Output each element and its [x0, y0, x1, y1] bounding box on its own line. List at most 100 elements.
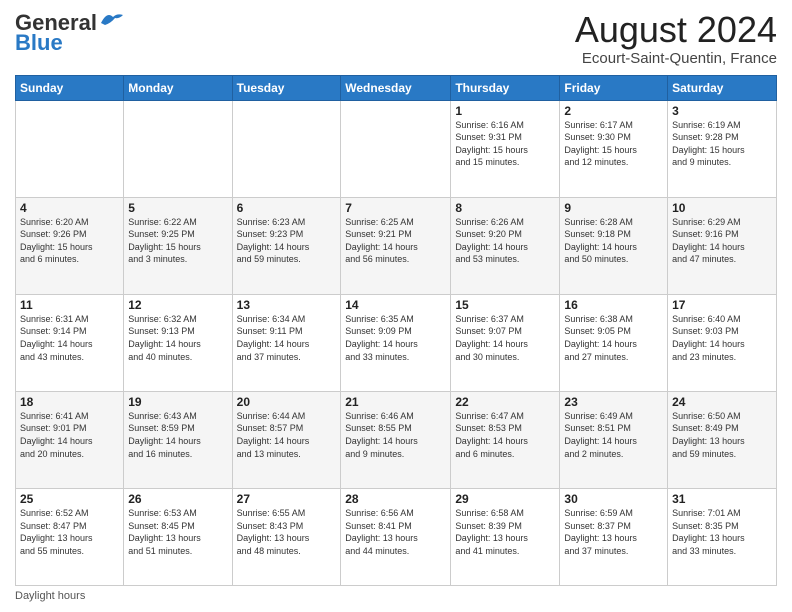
day-info: Sunrise: 6:52 AM Sunset: 8:47 PM Dayligh… — [20, 507, 119, 557]
day-cell: 27Sunrise: 6:55 AM Sunset: 8:43 PM Dayli… — [232, 488, 341, 585]
day-cell: 10Sunrise: 6:29 AM Sunset: 9:16 PM Dayli… — [668, 197, 777, 294]
day-info: Sunrise: 6:28 AM Sunset: 9:18 PM Dayligh… — [564, 216, 663, 266]
day-info: Sunrise: 6:58 AM Sunset: 8:39 PM Dayligh… — [455, 507, 555, 557]
day-cell: 23Sunrise: 6:49 AM Sunset: 8:51 PM Dayli… — [560, 391, 668, 488]
day-number: 25 — [20, 492, 119, 506]
day-info: Sunrise: 6:17 AM Sunset: 9:30 PM Dayligh… — [564, 119, 663, 169]
week-row-1: 1Sunrise: 6:16 AM Sunset: 9:31 PM Daylig… — [16, 100, 777, 197]
col-header-friday: Friday — [560, 75, 668, 100]
day-info: Sunrise: 6:22 AM Sunset: 9:25 PM Dayligh… — [128, 216, 227, 266]
day-info: Sunrise: 6:29 AM Sunset: 9:16 PM Dayligh… — [672, 216, 772, 266]
day-info: Sunrise: 6:35 AM Sunset: 9:09 PM Dayligh… — [345, 313, 446, 363]
day-number: 30 — [564, 492, 663, 506]
day-info: Sunrise: 6:56 AM Sunset: 8:41 PM Dayligh… — [345, 507, 446, 557]
day-number: 15 — [455, 298, 555, 312]
day-number: 17 — [672, 298, 772, 312]
day-number: 5 — [128, 201, 227, 215]
title-block: August 2024 Ecourt-Saint-Quentin, France — [575, 10, 777, 67]
day-number: 31 — [672, 492, 772, 506]
day-number: 18 — [20, 395, 119, 409]
col-header-monday: Monday — [124, 75, 232, 100]
day-info: Sunrise: 6:47 AM Sunset: 8:53 PM Dayligh… — [455, 410, 555, 460]
day-cell: 12Sunrise: 6:32 AM Sunset: 9:13 PM Dayli… — [124, 294, 232, 391]
day-number: 12 — [128, 298, 227, 312]
day-number: 20 — [237, 395, 337, 409]
day-cell: 16Sunrise: 6:38 AM Sunset: 9:05 PM Dayli… — [560, 294, 668, 391]
day-number: 8 — [455, 201, 555, 215]
day-cell: 4Sunrise: 6:20 AM Sunset: 9:26 PM Daylig… — [16, 197, 124, 294]
day-info: Sunrise: 6:20 AM Sunset: 9:26 PM Dayligh… — [20, 216, 119, 266]
day-info: Sunrise: 6:25 AM Sunset: 9:21 PM Dayligh… — [345, 216, 446, 266]
day-number: 29 — [455, 492, 555, 506]
day-info: Sunrise: 6:55 AM Sunset: 8:43 PM Dayligh… — [237, 507, 337, 557]
day-info: Sunrise: 6:26 AM Sunset: 9:20 PM Dayligh… — [455, 216, 555, 266]
day-number: 22 — [455, 395, 555, 409]
day-cell: 13Sunrise: 6:34 AM Sunset: 9:11 PM Dayli… — [232, 294, 341, 391]
day-cell: 22Sunrise: 6:47 AM Sunset: 8:53 PM Dayli… — [451, 391, 560, 488]
day-number: 3 — [672, 104, 772, 118]
location: Ecourt-Saint-Quentin, France — [575, 50, 777, 67]
day-info: Sunrise: 6:49 AM Sunset: 8:51 PM Dayligh… — [564, 410, 663, 460]
day-number: 21 — [345, 395, 446, 409]
day-cell: 5Sunrise: 6:22 AM Sunset: 9:25 PM Daylig… — [124, 197, 232, 294]
day-number: 6 — [237, 201, 337, 215]
day-cell — [16, 100, 124, 197]
day-cell: 28Sunrise: 6:56 AM Sunset: 8:41 PM Dayli… — [341, 488, 451, 585]
day-number: 13 — [237, 298, 337, 312]
col-header-wednesday: Wednesday — [341, 75, 451, 100]
day-info: Sunrise: 6:37 AM Sunset: 9:07 PM Dayligh… — [455, 313, 555, 363]
week-row-2: 4Sunrise: 6:20 AM Sunset: 9:26 PM Daylig… — [16, 197, 777, 294]
day-cell: 8Sunrise: 6:26 AM Sunset: 9:20 PM Daylig… — [451, 197, 560, 294]
day-info: Sunrise: 6:16 AM Sunset: 9:31 PM Dayligh… — [455, 119, 555, 169]
day-number: 23 — [564, 395, 663, 409]
footer-note: Daylight hours — [15, 590, 777, 602]
col-header-tuesday: Tuesday — [232, 75, 341, 100]
day-number: 24 — [672, 395, 772, 409]
day-number: 11 — [20, 298, 119, 312]
calendar-table: SundayMondayTuesdayWednesdayThursdayFrid… — [15, 75, 777, 586]
day-info: Sunrise: 6:31 AM Sunset: 9:14 PM Dayligh… — [20, 313, 119, 363]
day-info: Sunrise: 6:44 AM Sunset: 8:57 PM Dayligh… — [237, 410, 337, 460]
day-number: 4 — [20, 201, 119, 215]
day-cell: 24Sunrise: 6:50 AM Sunset: 8:49 PM Dayli… — [668, 391, 777, 488]
day-cell: 3Sunrise: 6:19 AM Sunset: 9:28 PM Daylig… — [668, 100, 777, 197]
day-info: Sunrise: 6:38 AM Sunset: 9:05 PM Dayligh… — [564, 313, 663, 363]
day-cell: 9Sunrise: 6:28 AM Sunset: 9:18 PM Daylig… — [560, 197, 668, 294]
day-number: 1 — [455, 104, 555, 118]
week-row-4: 18Sunrise: 6:41 AM Sunset: 9:01 PM Dayli… — [16, 391, 777, 488]
logo: General Blue — [15, 10, 125, 56]
day-cell: 7Sunrise: 6:25 AM Sunset: 9:21 PM Daylig… — [341, 197, 451, 294]
day-number: 26 — [128, 492, 227, 506]
daylight-label: Daylight hours — [15, 590, 85, 602]
header: General Blue August 2024 Ecourt-Saint-Qu… — [15, 10, 777, 67]
day-cell: 11Sunrise: 6:31 AM Sunset: 9:14 PM Dayli… — [16, 294, 124, 391]
day-cell: 19Sunrise: 6:43 AM Sunset: 8:59 PM Dayli… — [124, 391, 232, 488]
day-cell: 6Sunrise: 6:23 AM Sunset: 9:23 PM Daylig… — [232, 197, 341, 294]
logo-blue: Blue — [15, 30, 63, 56]
day-info: Sunrise: 6:46 AM Sunset: 8:55 PM Dayligh… — [345, 410, 446, 460]
day-cell: 26Sunrise: 6:53 AM Sunset: 8:45 PM Dayli… — [124, 488, 232, 585]
day-cell: 25Sunrise: 6:52 AM Sunset: 8:47 PM Dayli… — [16, 488, 124, 585]
day-info: Sunrise: 7:01 AM Sunset: 8:35 PM Dayligh… — [672, 507, 772, 557]
page: General Blue August 2024 Ecourt-Saint-Qu… — [0, 0, 792, 612]
day-number: 2 — [564, 104, 663, 118]
day-cell: 18Sunrise: 6:41 AM Sunset: 9:01 PM Dayli… — [16, 391, 124, 488]
calendar-header-row: SundayMondayTuesdayWednesdayThursdayFrid… — [16, 75, 777, 100]
day-cell: 31Sunrise: 7:01 AM Sunset: 8:35 PM Dayli… — [668, 488, 777, 585]
day-info: Sunrise: 6:40 AM Sunset: 9:03 PM Dayligh… — [672, 313, 772, 363]
day-number: 7 — [345, 201, 446, 215]
day-cell: 30Sunrise: 6:59 AM Sunset: 8:37 PM Dayli… — [560, 488, 668, 585]
day-number: 27 — [237, 492, 337, 506]
month-title: August 2024 — [575, 10, 777, 50]
day-cell: 21Sunrise: 6:46 AM Sunset: 8:55 PM Dayli… — [341, 391, 451, 488]
day-info: Sunrise: 6:43 AM Sunset: 8:59 PM Dayligh… — [128, 410, 227, 460]
col-header-saturday: Saturday — [668, 75, 777, 100]
day-cell: 14Sunrise: 6:35 AM Sunset: 9:09 PM Dayli… — [341, 294, 451, 391]
day-number: 19 — [128, 395, 227, 409]
day-info: Sunrise: 6:59 AM Sunset: 8:37 PM Dayligh… — [564, 507, 663, 557]
day-number: 14 — [345, 298, 446, 312]
day-info: Sunrise: 6:23 AM Sunset: 9:23 PM Dayligh… — [237, 216, 337, 266]
week-row-5: 25Sunrise: 6:52 AM Sunset: 8:47 PM Dayli… — [16, 488, 777, 585]
col-header-sunday: Sunday — [16, 75, 124, 100]
day-cell: 1Sunrise: 6:16 AM Sunset: 9:31 PM Daylig… — [451, 100, 560, 197]
